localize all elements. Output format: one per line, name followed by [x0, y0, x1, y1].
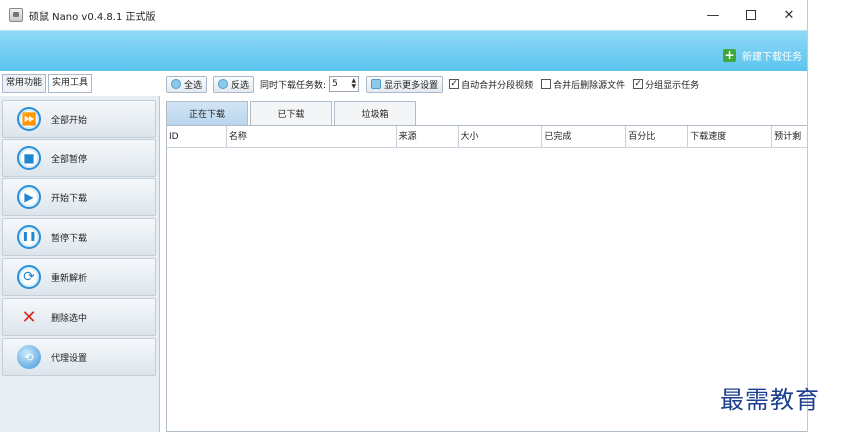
pause-download-button[interactable]: ❚❚ 暂停下载: [2, 218, 156, 256]
close-button[interactable]: ✕: [770, 0, 807, 30]
sidebar-item-label: 全部开始: [51, 115, 88, 126]
delete-source-label: 合并后删除源文件: [553, 80, 626, 91]
proxy-settings-button[interactable]: ⟲ 代理设置: [2, 338, 156, 376]
tab-common-functions[interactable]: 常用功能: [2, 74, 47, 93]
new-task-button[interactable]: + 新建下载任务: [723, 48, 802, 63]
checkbox-checked-icon: ✓: [449, 79, 460, 89]
left-tab-bar: 常用功能 实用工具: [0, 74, 93, 94]
window-title: 硕鼠 Nano v0.4.8.1 正式版: [29, 11, 156, 23]
download-tabs: 正在下载 已下载 垃圾箱: [166, 101, 418, 125]
tab-downloading[interactable]: 正在下载: [166, 101, 248, 125]
sidebar: ⏩ 全部开始 ■ 全部暂停 ▶ 开始下载 ❚❚ 暂停下载 ⟳ 重新解析 ✕ 删除…: [0, 96, 160, 432]
invert-select-icon: [218, 79, 229, 89]
delete-selected-button[interactable]: ✕ 删除选中: [2, 298, 156, 336]
settings-icon: [371, 79, 382, 89]
tab-utilities[interactable]: 实用工具: [48, 74, 93, 93]
column-header-source[interactable]: 来源: [397, 126, 459, 148]
globe-icon: ⟲: [17, 345, 41, 369]
delete-icon: ✕: [21, 306, 37, 328]
select-all-icon: [171, 79, 181, 89]
toolbar: 全选 反选 同时下载任务数: 5 ▲ ▼ 显示更多设置 ✓ 自动合并分段视频 合并…: [166, 74, 806, 94]
stepper-arrows-icon[interactable]: ▲ ▼: [351, 78, 356, 90]
column-header-percent[interactable]: 百分比: [626, 126, 689, 148]
concurrent-tasks-label: 同时下载任务数:: [260, 80, 327, 91]
download-table: ID 名称 来源 大小 已完成 百分比 下载速度 预计剩: [166, 125, 807, 432]
more-settings-label: 显示更多设置: [384, 80, 439, 91]
checkbox-checked-icon: ✓: [633, 79, 644, 89]
start-all-button[interactable]: ⏩ 全部开始: [2, 100, 156, 138]
invert-select-label: 反选: [231, 80, 250, 91]
maximize-icon: [746, 10, 756, 20]
tab-downloaded[interactable]: 已下载: [250, 101, 332, 125]
app-window: 硕鼠 Nano v0.4.8.1 正式版 — ✕ + 新建下载任务 常用功能 实…: [0, 0, 808, 432]
sidebar-item-label: 重新解析: [51, 273, 88, 284]
column-header-id[interactable]: ID: [167, 126, 227, 148]
stop-icon: ■: [17, 146, 41, 170]
column-header-size[interactable]: 大小: [459, 126, 543, 148]
column-header-eta[interactable]: 预计剩: [772, 126, 807, 148]
sidebar-item-label: 开始下载: [51, 193, 88, 204]
reparse-button[interactable]: ⟳ 重新解析: [2, 258, 156, 296]
minimize-button[interactable]: —: [694, 0, 732, 30]
sidebar-item-label: 全部暂停: [51, 154, 88, 165]
group-display-checkbox[interactable]: ✓ 分组显示任务: [633, 78, 699, 91]
sidebar-item-label: 删除选中: [51, 313, 88, 324]
auto-merge-label: 自动合并分段视频: [461, 80, 534, 91]
pause-all-button[interactable]: ■ 全部暂停: [2, 139, 156, 177]
select-all-label: 全选: [184, 80, 203, 91]
refresh-icon: ⟳: [17, 265, 41, 289]
auto-merge-checkbox[interactable]: ✓ 自动合并分段视频: [449, 78, 533, 91]
new-task-label: 新建下载任务: [742, 52, 802, 63]
group-display-label: 分组显示任务: [645, 80, 700, 91]
sidebar-item-label: 代理设置: [51, 353, 88, 364]
concurrent-tasks-stepper[interactable]: 5 ▲ ▼: [329, 76, 360, 92]
app-icon: [9, 8, 23, 22]
concurrent-tasks-value: 5: [332, 79, 338, 89]
close-icon: ✕: [783, 7, 795, 23]
pause-icon: ❚❚: [17, 225, 41, 249]
invert-select-button[interactable]: 反选: [213, 75, 255, 93]
delete-source-checkbox[interactable]: 合并后删除源文件: [541, 78, 625, 91]
start-download-button[interactable]: ▶ 开始下载: [2, 178, 156, 216]
play-icon: ▶: [17, 185, 41, 209]
sidebar-item-label: 暂停下载: [51, 233, 88, 244]
more-settings-button[interactable]: 显示更多设置: [366, 75, 444, 93]
minimize-icon: —: [706, 7, 720, 23]
select-all-button[interactable]: 全选: [166, 75, 208, 93]
column-header-speed[interactable]: 下载速度: [688, 126, 773, 148]
maximize-button[interactable]: [732, 0, 770, 30]
tab-trash[interactable]: 垃圾箱: [334, 101, 416, 125]
plus-icon: +: [723, 48, 736, 62]
title-bar: 硕鼠 Nano v0.4.8.1 正式版 — ✕: [0, 0, 807, 30]
watermark-text: 最需教育: [720, 386, 820, 414]
column-header-completed[interactable]: 已完成: [542, 126, 627, 148]
checkbox-unchecked-icon: [541, 79, 552, 89]
header-band: + 新建下载任务: [0, 30, 807, 71]
table-header: ID 名称 来源 大小 已完成 百分比 下载速度 预计剩: [167, 126, 807, 148]
fast-forward-icon: ⏩: [17, 107, 41, 131]
column-header-name[interactable]: 名称: [227, 126, 397, 148]
